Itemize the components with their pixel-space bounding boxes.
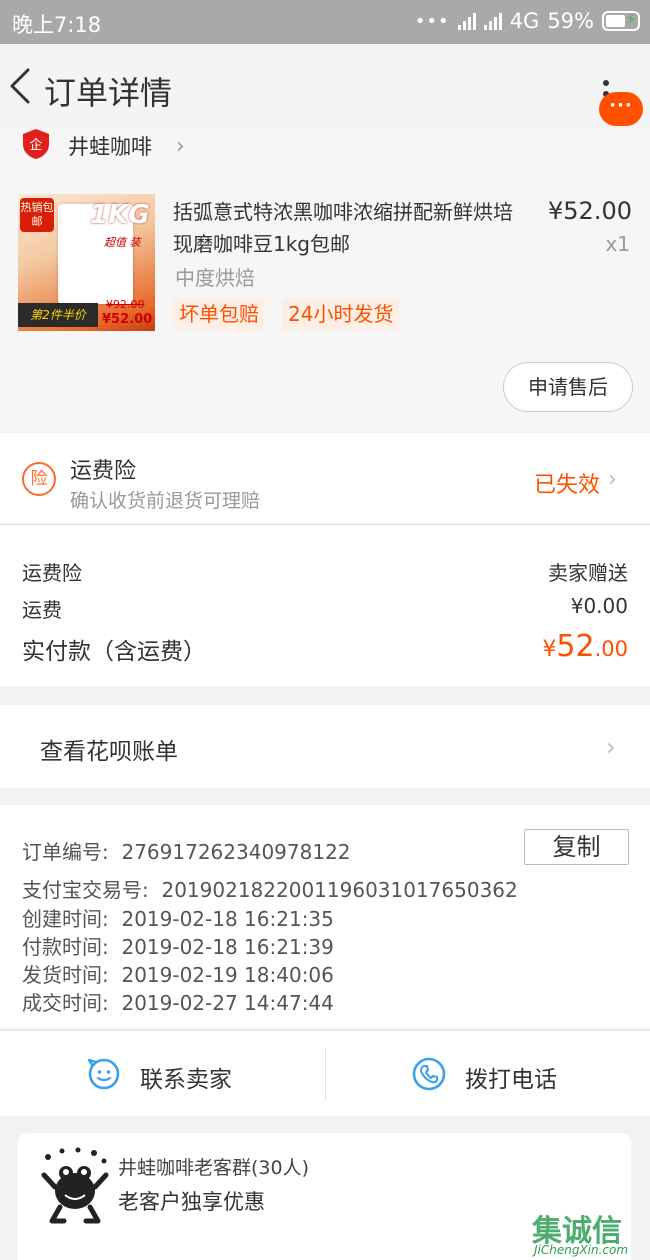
frog-mascot-icon — [41, 1147, 109, 1224]
page-title: 订单详情 — [44, 74, 173, 112]
product-image[interactable]: 热销包邮 1KG 超值 装 第2件半价 ¥92.00 ¥52.00 — [18, 194, 155, 331]
insurance-title: 运费险 — [70, 459, 137, 484]
insurance-status: 已失效 — [534, 473, 601, 498]
back-button[interactable] — [6, 64, 36, 108]
shipping-insurance-row[interactable]: 险 运费险 确认收货前退货可理赔 已失效 › — [0, 433, 650, 523]
contact-seller-label: 联系卖家 — [140, 1067, 232, 1093]
huabei-bill-row[interactable]: 查看花呗账单 › — [0, 705, 650, 788]
more-options-bubble[interactable]: ··· — [599, 92, 643, 126]
call-phone-label: 拨打电话 — [465, 1067, 557, 1093]
order-info: 订单编号: 276917262340978122 复制 支付宝交易号: 2019… — [0, 805, 650, 1028]
chevron-right-icon: › — [608, 467, 617, 492]
notification-dots-icon: ••• — [414, 10, 450, 32]
order-number: 276917262340978122 — [121, 840, 351, 864]
group-description: 老客户独享优惠 — [118, 1190, 265, 1214]
weight-label: 1KG — [90, 200, 150, 230]
status-bar: 晚上7:18 ••• 4G 59% ⚡ — [0, 0, 650, 44]
enterprise-shield-icon: 企 — [23, 129, 49, 159]
call-phone-button[interactable]: 拨打电话 — [326, 1031, 650, 1117]
svg-text:企: 企 — [29, 137, 42, 153]
group-name: 井蛙咖啡老客群(30人) — [118, 1157, 310, 1179]
hot-sale-badge: 热销包邮 — [20, 198, 54, 232]
total-amount: ¥52.00 — [542, 629, 628, 664]
product-card: 热销包邮 1KG 超值 装 第2件半价 ¥92.00 ¥52.00 括弧意式特浓… — [0, 182, 650, 432]
product-quantity: x1 — [605, 232, 630, 256]
watermark-url: JiChengXin.com — [534, 1243, 629, 1257]
insurance-icon: 险 — [22, 462, 56, 496]
chevron-left-icon — [10, 68, 30, 104]
shipped-time-row: 发货时间: 2019-02-19 18:40:06 — [22, 963, 334, 987]
chevron-right-icon: › — [176, 134, 185, 159]
paid-time-row: 付款时间: 2019-02-18 16:21:39 — [22, 935, 334, 959]
image-old-price: ¥92.00 — [106, 298, 145, 311]
alipay-trade-row: 支付宝交易号: 2019021822001196031017650362 — [22, 878, 518, 902]
fee-value: ¥0.00 — [570, 594, 628, 618]
status-time: 晚上7:18 — [12, 13, 102, 37]
insurance-subtitle: 确认收货前退货可理赔 — [70, 490, 261, 512]
huabei-label: 查看花呗账单 — [40, 739, 178, 765]
phone-icon — [412, 1057, 446, 1091]
service-tag: 坏单包赔 — [173, 298, 265, 330]
nav-bar: 订单详情 ··· — [0, 44, 650, 134]
network-type: 4G — [509, 9, 540, 33]
copy-button[interactable]: 复制 — [524, 829, 629, 865]
shop-name: 井蛙咖啡 — [68, 135, 152, 159]
product-price: ¥52.00 — [548, 197, 632, 225]
super-value-label: 超值 装 — [104, 236, 141, 249]
product-title[interactable]: 括弧意式特浓黑咖啡浓缩拼配新鲜烘培现磨咖啡豆1kg包邮 — [173, 196, 531, 260]
chevron-right-icon: › — [606, 733, 616, 761]
total-label: 实付款（含运费） — [22, 639, 206, 665]
fee-value: 卖家赠送 — [548, 561, 628, 585]
order-number-row: 订单编号: 276917262340978122 — [22, 840, 351, 864]
signal-icon — [457, 12, 476, 30]
shop-row[interactable]: 企 井蛙咖啡 › — [0, 128, 650, 180]
half-price-label: 第2件半价 — [18, 303, 98, 327]
signal-icon-2 — [483, 12, 502, 30]
after-sale-button[interactable]: 申请售后 — [503, 362, 633, 412]
battery-percent: 59% — [547, 9, 594, 33]
product-sku: 中度烘焙 — [175, 266, 255, 290]
created-time-row: 创建时间: 2019-02-18 16:21:35 — [22, 907, 334, 931]
completed-time-row: 成交时间: 2019-02-27 14:47:44 — [22, 991, 334, 1015]
image-new-price: ¥52.00 — [102, 312, 153, 327]
fee-label: 运费 — [22, 598, 62, 622]
contact-bar: 联系卖家 拨打电话 — [0, 1030, 650, 1116]
fee-label: 运费险 — [22, 561, 82, 585]
chat-smile-icon — [87, 1058, 120, 1090]
battery-icon: ⚡ — [602, 11, 640, 31]
contact-seller-button[interactable]: 联系卖家 — [0, 1031, 325, 1117]
fee-summary: 运费险 卖家赠送 运费 ¥0.00 实付款（含运费） ¥52.00 — [0, 524, 650, 686]
watermark-logo: 集诚信 JiChengXin.com — [532, 1206, 650, 1260]
service-tag: 24小时发货 — [282, 298, 400, 330]
status-icons: ••• 4G 59% ⚡ — [415, 9, 640, 33]
